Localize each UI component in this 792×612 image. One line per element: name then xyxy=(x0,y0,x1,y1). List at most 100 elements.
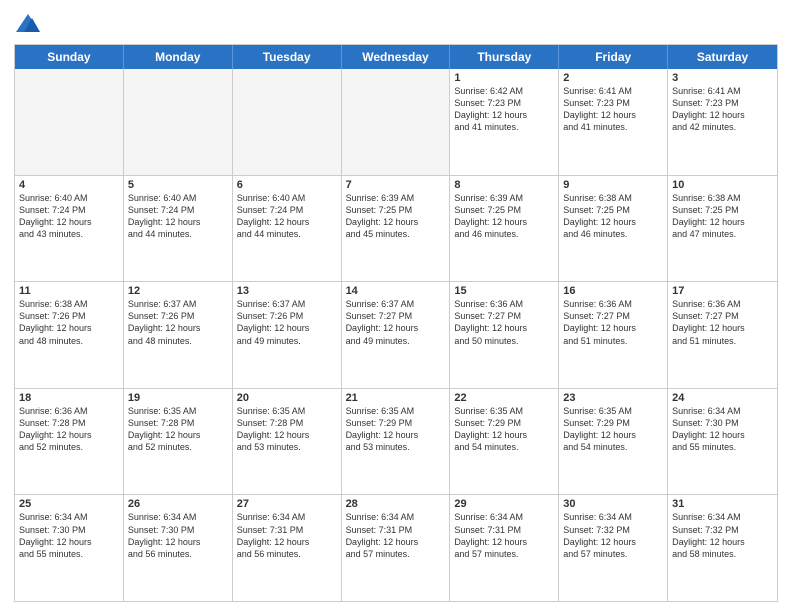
day-number: 19 xyxy=(128,392,228,404)
calendar-row: 11Sunrise: 6:38 AM Sunset: 7:26 PM Dayli… xyxy=(15,282,777,389)
calendar-cell: 2Sunrise: 6:41 AM Sunset: 7:23 PM Daylig… xyxy=(559,69,668,175)
cal-header-day: Wednesday xyxy=(342,45,451,69)
calendar-cell: 19Sunrise: 6:35 AM Sunset: 7:28 PM Dayli… xyxy=(124,389,233,495)
calendar-cell: 30Sunrise: 6:34 AM Sunset: 7:32 PM Dayli… xyxy=(559,495,668,601)
calendar-cell: 3Sunrise: 6:41 AM Sunset: 7:23 PM Daylig… xyxy=(668,69,777,175)
cell-info: Sunrise: 6:34 AM Sunset: 7:31 PM Dayligh… xyxy=(454,511,554,560)
day-number: 21 xyxy=(346,392,446,404)
cell-info: Sunrise: 6:35 AM Sunset: 7:28 PM Dayligh… xyxy=(128,405,228,454)
cal-header-day: Monday xyxy=(124,45,233,69)
cell-info: Sunrise: 6:40 AM Sunset: 7:24 PM Dayligh… xyxy=(128,192,228,241)
calendar-cell: 16Sunrise: 6:36 AM Sunset: 7:27 PM Dayli… xyxy=(559,282,668,388)
calendar-cell: 26Sunrise: 6:34 AM Sunset: 7:30 PM Dayli… xyxy=(124,495,233,601)
calendar-row: 1Sunrise: 6:42 AM Sunset: 7:23 PM Daylig… xyxy=(15,69,777,176)
page: SundayMondayTuesdayWednesdayThursdayFrid… xyxy=(0,0,792,612)
day-number: 28 xyxy=(346,498,446,510)
day-number: 17 xyxy=(672,285,773,297)
calendar-cell: 20Sunrise: 6:35 AM Sunset: 7:28 PM Dayli… xyxy=(233,389,342,495)
day-number: 31 xyxy=(672,498,773,510)
calendar-header: SundayMondayTuesdayWednesdayThursdayFrid… xyxy=(15,45,777,69)
calendar-cell xyxy=(233,69,342,175)
cell-info: Sunrise: 6:37 AM Sunset: 7:26 PM Dayligh… xyxy=(237,298,337,347)
cell-info: Sunrise: 6:38 AM Sunset: 7:26 PM Dayligh… xyxy=(19,298,119,347)
cell-info: Sunrise: 6:34 AM Sunset: 7:32 PM Dayligh… xyxy=(563,511,663,560)
day-number: 24 xyxy=(672,392,773,404)
calendar-cell: 27Sunrise: 6:34 AM Sunset: 7:31 PM Dayli… xyxy=(233,495,342,601)
cell-info: Sunrise: 6:34 AM Sunset: 7:31 PM Dayligh… xyxy=(346,511,446,560)
calendar-cell: 12Sunrise: 6:37 AM Sunset: 7:26 PM Dayli… xyxy=(124,282,233,388)
calendar-cell: 8Sunrise: 6:39 AM Sunset: 7:25 PM Daylig… xyxy=(450,176,559,282)
calendar-cell: 25Sunrise: 6:34 AM Sunset: 7:30 PM Dayli… xyxy=(15,495,124,601)
calendar-cell: 23Sunrise: 6:35 AM Sunset: 7:29 PM Dayli… xyxy=(559,389,668,495)
calendar-cell: 29Sunrise: 6:34 AM Sunset: 7:31 PM Dayli… xyxy=(450,495,559,601)
calendar-cell xyxy=(15,69,124,175)
cell-info: Sunrise: 6:34 AM Sunset: 7:31 PM Dayligh… xyxy=(237,511,337,560)
cell-info: Sunrise: 6:39 AM Sunset: 7:25 PM Dayligh… xyxy=(346,192,446,241)
cell-info: Sunrise: 6:37 AM Sunset: 7:27 PM Dayligh… xyxy=(346,298,446,347)
cell-info: Sunrise: 6:37 AM Sunset: 7:26 PM Dayligh… xyxy=(128,298,228,347)
cell-info: Sunrise: 6:35 AM Sunset: 7:29 PM Dayligh… xyxy=(563,405,663,454)
logo xyxy=(14,10,44,38)
calendar-cell: 13Sunrise: 6:37 AM Sunset: 7:26 PM Dayli… xyxy=(233,282,342,388)
cal-header-day: Thursday xyxy=(450,45,559,69)
cell-info: Sunrise: 6:34 AM Sunset: 7:30 PM Dayligh… xyxy=(672,405,773,454)
cell-info: Sunrise: 6:40 AM Sunset: 7:24 PM Dayligh… xyxy=(19,192,119,241)
calendar-row: 18Sunrise: 6:36 AM Sunset: 7:28 PM Dayli… xyxy=(15,389,777,496)
calendar-row: 25Sunrise: 6:34 AM Sunset: 7:30 PM Dayli… xyxy=(15,495,777,601)
cal-header-day: Tuesday xyxy=(233,45,342,69)
day-number: 5 xyxy=(128,179,228,191)
cal-header-day: Sunday xyxy=(15,45,124,69)
calendar-body: 1Sunrise: 6:42 AM Sunset: 7:23 PM Daylig… xyxy=(15,69,777,601)
calendar-cell: 9Sunrise: 6:38 AM Sunset: 7:25 PM Daylig… xyxy=(559,176,668,282)
cell-info: Sunrise: 6:35 AM Sunset: 7:29 PM Dayligh… xyxy=(454,405,554,454)
calendar-cell: 28Sunrise: 6:34 AM Sunset: 7:31 PM Dayli… xyxy=(342,495,451,601)
cell-info: Sunrise: 6:35 AM Sunset: 7:28 PM Dayligh… xyxy=(237,405,337,454)
cell-info: Sunrise: 6:34 AM Sunset: 7:30 PM Dayligh… xyxy=(19,511,119,560)
cell-info: Sunrise: 6:36 AM Sunset: 7:27 PM Dayligh… xyxy=(563,298,663,347)
day-number: 27 xyxy=(237,498,337,510)
calendar-row: 4Sunrise: 6:40 AM Sunset: 7:24 PM Daylig… xyxy=(15,176,777,283)
cell-info: Sunrise: 6:40 AM Sunset: 7:24 PM Dayligh… xyxy=(237,192,337,241)
cell-info: Sunrise: 6:36 AM Sunset: 7:27 PM Dayligh… xyxy=(454,298,554,347)
day-number: 20 xyxy=(237,392,337,404)
day-number: 1 xyxy=(454,72,554,84)
cell-info: Sunrise: 6:34 AM Sunset: 7:32 PM Dayligh… xyxy=(672,511,773,560)
day-number: 11 xyxy=(19,285,119,297)
day-number: 15 xyxy=(454,285,554,297)
cell-info: Sunrise: 6:38 AM Sunset: 7:25 PM Dayligh… xyxy=(563,192,663,241)
cal-header-day: Friday xyxy=(559,45,668,69)
header xyxy=(14,10,778,38)
cell-info: Sunrise: 6:39 AM Sunset: 7:25 PM Dayligh… xyxy=(454,192,554,241)
calendar-cell: 4Sunrise: 6:40 AM Sunset: 7:24 PM Daylig… xyxy=(15,176,124,282)
cell-info: Sunrise: 6:36 AM Sunset: 7:27 PM Dayligh… xyxy=(672,298,773,347)
calendar-cell: 11Sunrise: 6:38 AM Sunset: 7:26 PM Dayli… xyxy=(15,282,124,388)
day-number: 18 xyxy=(19,392,119,404)
calendar-cell: 10Sunrise: 6:38 AM Sunset: 7:25 PM Dayli… xyxy=(668,176,777,282)
day-number: 25 xyxy=(19,498,119,510)
cell-info: Sunrise: 6:36 AM Sunset: 7:28 PM Dayligh… xyxy=(19,405,119,454)
calendar-cell: 17Sunrise: 6:36 AM Sunset: 7:27 PM Dayli… xyxy=(668,282,777,388)
day-number: 12 xyxy=(128,285,228,297)
day-number: 29 xyxy=(454,498,554,510)
day-number: 9 xyxy=(563,179,663,191)
calendar-cell: 1Sunrise: 6:42 AM Sunset: 7:23 PM Daylig… xyxy=(450,69,559,175)
cell-info: Sunrise: 6:35 AM Sunset: 7:29 PM Dayligh… xyxy=(346,405,446,454)
cal-header-day: Saturday xyxy=(668,45,777,69)
day-number: 7 xyxy=(346,179,446,191)
calendar-cell: 7Sunrise: 6:39 AM Sunset: 7:25 PM Daylig… xyxy=(342,176,451,282)
cell-info: Sunrise: 6:38 AM Sunset: 7:25 PM Dayligh… xyxy=(672,192,773,241)
calendar-cell: 15Sunrise: 6:36 AM Sunset: 7:27 PM Dayli… xyxy=(450,282,559,388)
calendar-cell: 14Sunrise: 6:37 AM Sunset: 7:27 PM Dayli… xyxy=(342,282,451,388)
day-number: 4 xyxy=(19,179,119,191)
day-number: 3 xyxy=(672,72,773,84)
cell-info: Sunrise: 6:34 AM Sunset: 7:30 PM Dayligh… xyxy=(128,511,228,560)
logo-icon xyxy=(14,10,42,38)
calendar-cell: 18Sunrise: 6:36 AM Sunset: 7:28 PM Dayli… xyxy=(15,389,124,495)
day-number: 8 xyxy=(454,179,554,191)
calendar-cell: 31Sunrise: 6:34 AM Sunset: 7:32 PM Dayli… xyxy=(668,495,777,601)
day-number: 22 xyxy=(454,392,554,404)
day-number: 30 xyxy=(563,498,663,510)
day-number: 2 xyxy=(563,72,663,84)
day-number: 23 xyxy=(563,392,663,404)
calendar-cell: 22Sunrise: 6:35 AM Sunset: 7:29 PM Dayli… xyxy=(450,389,559,495)
